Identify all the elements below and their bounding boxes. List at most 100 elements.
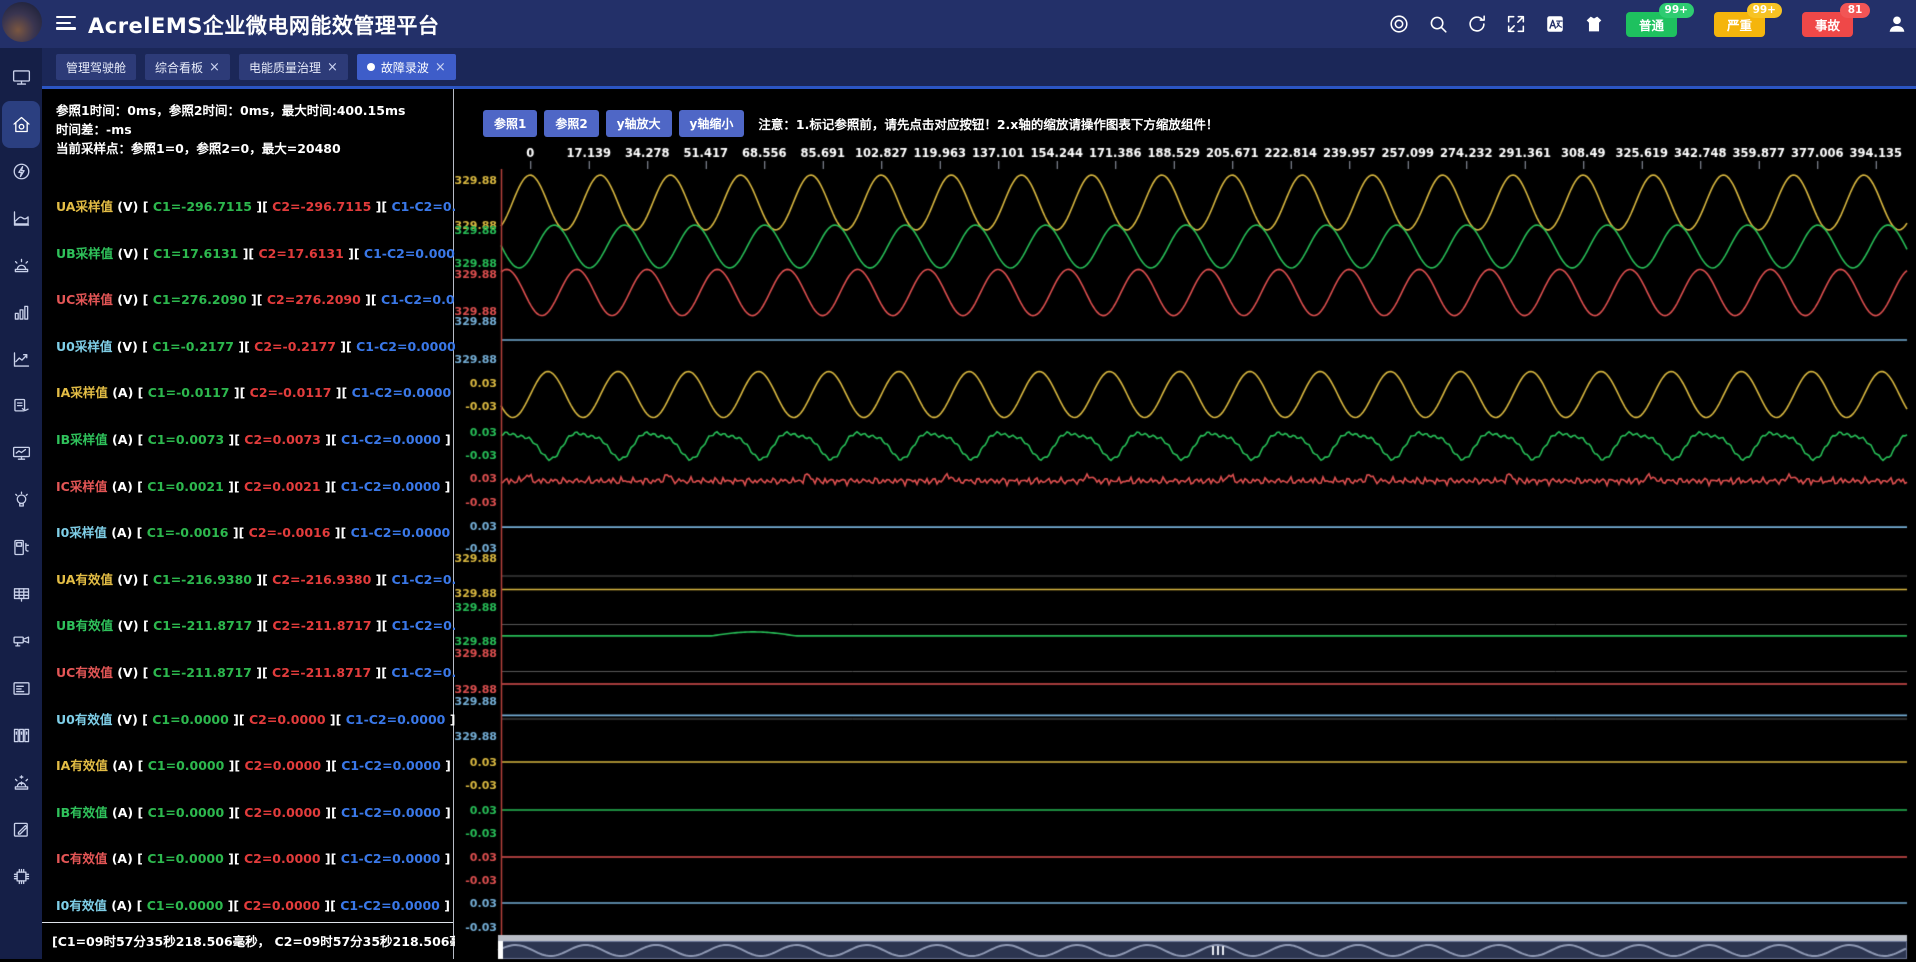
screen-icon xyxy=(11,67,32,88)
user-icon[interactable] xyxy=(1886,13,1908,35)
alert-button-严重[interactable]: 严重99+ xyxy=(1714,12,1765,37)
alert-button-事故[interactable]: 事故81 xyxy=(1802,12,1853,37)
sidebar-item-trend[interactable] xyxy=(2,336,40,383)
sidebar-item-bulb[interactable] xyxy=(2,477,40,524)
sidebar-item-chip[interactable] xyxy=(2,853,40,900)
sidebar-item-screen[interactable] xyxy=(2,54,40,101)
diff-value: C1-C2=0.0000 xyxy=(352,385,452,400)
bracket: ][ xyxy=(224,758,244,773)
sidebar-item-alarm-light[interactable] xyxy=(2,759,40,806)
sidebar-nav xyxy=(0,48,42,959)
diff-value: C1-C2=0.0000 xyxy=(341,805,441,820)
channel-unit: (A) xyxy=(112,805,133,820)
channel-label: UB采样值 xyxy=(56,246,118,261)
tab-close-icon[interactable]: × xyxy=(327,61,338,74)
sidebar-item-energy[interactable] xyxy=(2,148,40,195)
bracket: ][ xyxy=(224,805,244,820)
tab-管理驾驶舱[interactable]: 管理驾驶舱 xyxy=(56,54,136,80)
channel-unit: (V) xyxy=(117,199,138,214)
fullscreen-icon[interactable] xyxy=(1505,13,1527,35)
sidebar-item-monitor-line[interactable] xyxy=(2,430,40,477)
y-zoom-in-button[interactable]: y轴放大 xyxy=(606,110,672,137)
c2-value: C2=0.0021 xyxy=(244,479,321,494)
report-icon xyxy=(11,396,32,417)
fault-wave-chart[interactable] xyxy=(455,139,1916,962)
ref2-button[interactable]: 参照2 xyxy=(544,110,598,137)
content-area: 参照1时间：0ms，参照2时间：0ms，最大时间:400.15ms 时间差：-m… xyxy=(42,86,1916,959)
ref-time-line: 参照1时间：0ms，参照2时间：0ms，最大时间:400.15ms xyxy=(56,101,447,120)
sidebar-item-camera[interactable] xyxy=(2,618,40,665)
alert-button-普通[interactable]: 普通99+ xyxy=(1626,12,1677,37)
sidebar-item-archive[interactable] xyxy=(2,712,40,759)
sidebar-item-terminal[interactable] xyxy=(2,665,40,712)
bracket: ][ xyxy=(238,246,258,261)
refresh-icon[interactable] xyxy=(1466,13,1488,35)
tab-label: 电能质量治理 xyxy=(249,59,321,76)
sidebar-item-area-chart[interactable] xyxy=(2,195,40,242)
diff-value: C1-C2=0.0000 xyxy=(341,758,441,773)
bracket: ][ xyxy=(234,339,254,354)
ref1-button[interactable]: 参照1 xyxy=(483,110,537,137)
translate-icon[interactable] xyxy=(1544,13,1566,35)
bracket: ] xyxy=(440,898,450,913)
tab-综合看板[interactable]: 综合看板× xyxy=(145,54,230,80)
tab-close-icon[interactable]: × xyxy=(209,61,220,74)
bulb-icon xyxy=(11,490,32,511)
energy-icon xyxy=(11,161,32,182)
bracket: [ xyxy=(133,851,147,866)
channel-row-I0采样值: I0采样值 (A) [ C1=-0.0016 ][ C2=-0.0016 ][ … xyxy=(56,522,447,569)
bracket: [ xyxy=(133,805,147,820)
diff-value: C1-C2=0.0000 xyxy=(340,898,440,913)
c1-value: C1=-296.7115 xyxy=(153,199,252,214)
sidebar-item-ev-charger[interactable] xyxy=(2,524,40,571)
c1-value: C1=-0.2177 xyxy=(152,339,234,354)
tab-电能质量治理[interactable]: 电能质量治理 × xyxy=(239,54,348,80)
sidebar-item-solar-panel[interactable] xyxy=(2,571,40,618)
x-zoom-slider[interactable] xyxy=(498,935,1907,960)
alert-count-badge: 99+ xyxy=(1747,3,1782,18)
bracket: ] xyxy=(441,805,451,820)
c2-value: C2=0.0000 xyxy=(244,851,321,866)
sidebar-item-home[interactable] xyxy=(2,101,40,148)
terminal-icon xyxy=(11,678,32,699)
c2-value: C2=17.6131 xyxy=(258,246,343,261)
c2-value: C2=-211.8717 xyxy=(272,665,371,680)
c1-value: C1=276.2090 xyxy=(153,292,247,307)
channel-row-U0采样值: U0采样值 (V) [ C1=-0.2177 ][ C2=-0.2177 ][ … xyxy=(56,336,447,383)
target-icon[interactable] xyxy=(1388,13,1410,35)
channel-unit: (V) xyxy=(118,618,139,633)
c1-value: C1=-0.0016 xyxy=(147,525,229,540)
channel-unit: (A) xyxy=(112,432,133,447)
tab-label: 管理驾驶舱 xyxy=(66,59,126,76)
diff-value: C1-C2=0.0000 xyxy=(346,712,446,727)
theme-shirt-icon[interactable] xyxy=(1583,13,1605,35)
sidebar-item-report[interactable] xyxy=(2,383,40,430)
bracket: [ xyxy=(133,479,147,494)
bracket: [ xyxy=(139,618,153,633)
bracket: ][ xyxy=(223,898,243,913)
tab-close-icon[interactable]: × xyxy=(435,61,446,74)
channel-label: UC有效值 xyxy=(56,665,117,680)
menu-toggle-icon[interactable] xyxy=(56,16,76,32)
chart-note: 注意：1.标记参照前，请先点击对应按钮！2.x轴的缩放请操作图表下方缩放组件！ xyxy=(758,114,1218,133)
tab-故障录波[interactable]: 故障录波× xyxy=(357,54,456,80)
channel-values-panel: 参照1时间：0ms，参照2时间：0ms，最大时间:400.15ms 时间差：-m… xyxy=(42,89,454,959)
bracket: ][ xyxy=(252,665,272,680)
panel-divider xyxy=(42,922,453,923)
channel-row-U0有效值: U0有效值 (V) [ C1=0.0000 ][ C2=0.0000 ][ C1… xyxy=(56,709,447,756)
channel-row-IA有效值: IA有效值 (A) [ C1=0.0000 ][ C2=0.0000 ][ C1… xyxy=(56,755,447,802)
bracket: ][ xyxy=(371,665,391,680)
c1-value: C1=0.0000 xyxy=(152,712,229,727)
c2-value: C2=0.0000 xyxy=(244,758,321,773)
search-icon[interactable] xyxy=(1427,13,1449,35)
camera-icon xyxy=(11,631,32,652)
avatar[interactable] xyxy=(2,2,42,42)
sidebar-item-alarm[interactable] xyxy=(2,242,40,289)
bracket: [ xyxy=(138,572,152,587)
sidebar-item-bar-chart[interactable] xyxy=(2,289,40,336)
bracket: [ xyxy=(133,758,147,773)
sidebar-item-edit[interactable] xyxy=(2,806,40,853)
top-header: AcrelEMS企业微电网能效管理平台 普通99+严重99+事故81 xyxy=(0,0,1916,48)
bar-chart-icon xyxy=(11,302,32,323)
y-zoom-out-button[interactable]: y轴缩小 xyxy=(679,110,745,137)
